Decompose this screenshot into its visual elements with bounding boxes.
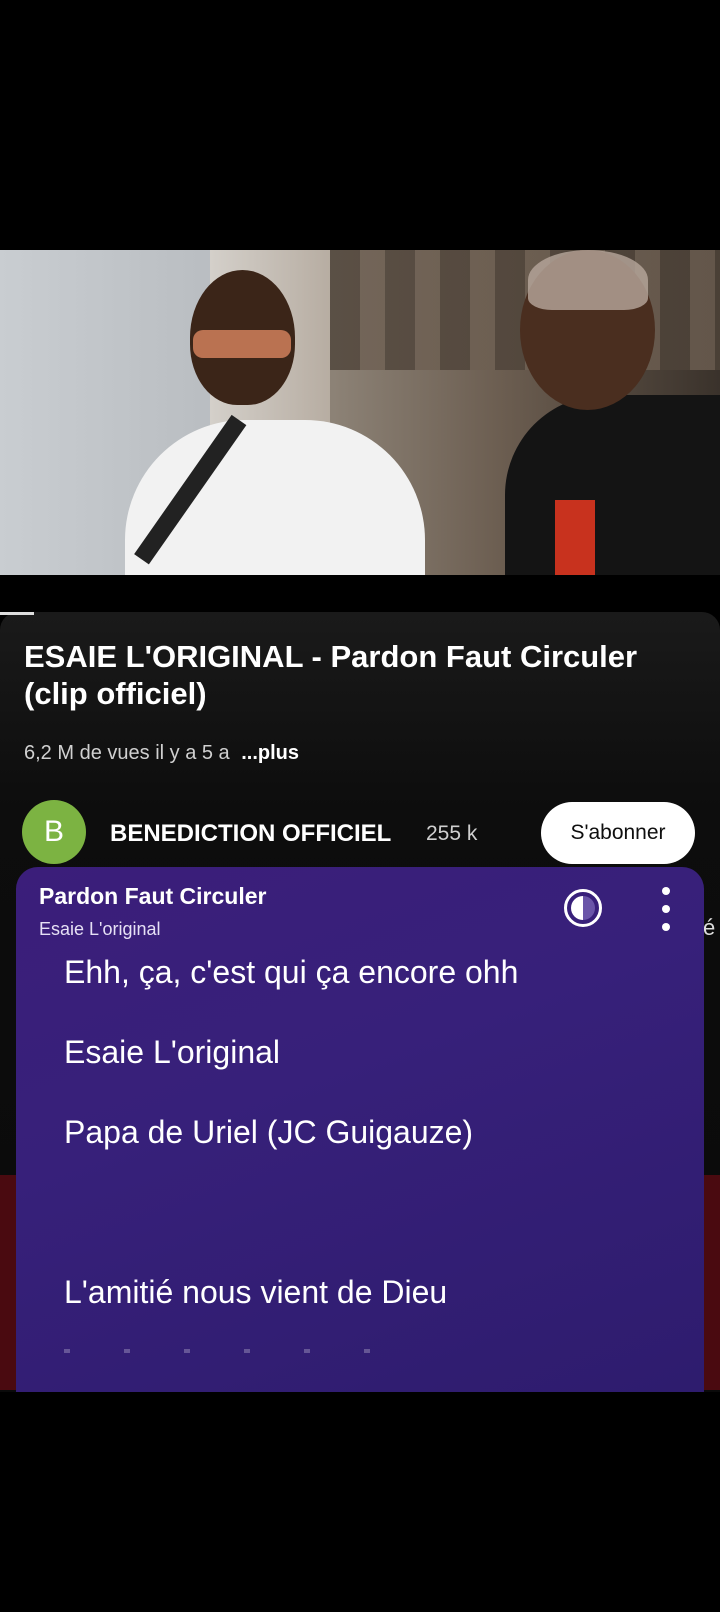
lyrics-card[interactable]: Pardon Faut Circuler Esaie L'original Eh… — [16, 867, 704, 1392]
lyrics-song-title: Pardon Faut Circuler — [39, 883, 267, 909]
lyrics-artist: Esaie L'original — [39, 919, 161, 939]
lyric-line: Papa de Uriel (JC Guigauze) — [64, 1114, 474, 1150]
video-person-left-shirt — [125, 420, 425, 575]
video-person-right-scalp — [528, 250, 648, 310]
lyric-line: L'amitié nous vient de Dieu — [64, 1274, 448, 1310]
lyric-line: Ehh, ça, c'est qui ça encore ohh — [64, 954, 519, 990]
subscribe-button[interactable]: S'abonner — [541, 802, 695, 864]
view-count: 6,2 M de vues — [24, 742, 150, 764]
video-person-left-glasses — [193, 330, 291, 358]
offscreen-chip-peek[interactable]: é — [703, 915, 715, 941]
channel-name[interactable]: BENEDICTION OFFICIEL — [110, 820, 391, 848]
upload-age: il y a 5 a — [155, 742, 230, 764]
video-title[interactable]: ESAIE L'ORIGINAL - Pardon Faut Circuler … — [24, 638, 694, 712]
lyric-next-line-fade — [64, 1349, 394, 1353]
subscriber-count: 255 k — [426, 822, 478, 845]
theme-toggle-icon[interactable] — [564, 889, 602, 927]
video-person-right-shirt-print — [555, 500, 595, 575]
video-person-right-shirt — [505, 395, 720, 575]
video-progress-bar[interactable] — [0, 612, 34, 615]
more-link[interactable]: ...plus — [241, 742, 299, 764]
lyric-line: Esaie L'original — [64, 1034, 281, 1070]
video-player[interactable] — [0, 250, 720, 575]
more-options-icon[interactable] — [656, 887, 676, 931]
video-meta[interactable]: 6,2 M de vues il y a 5 a ...plus — [24, 742, 299, 765]
channel-avatar[interactable]: B — [22, 800, 86, 864]
